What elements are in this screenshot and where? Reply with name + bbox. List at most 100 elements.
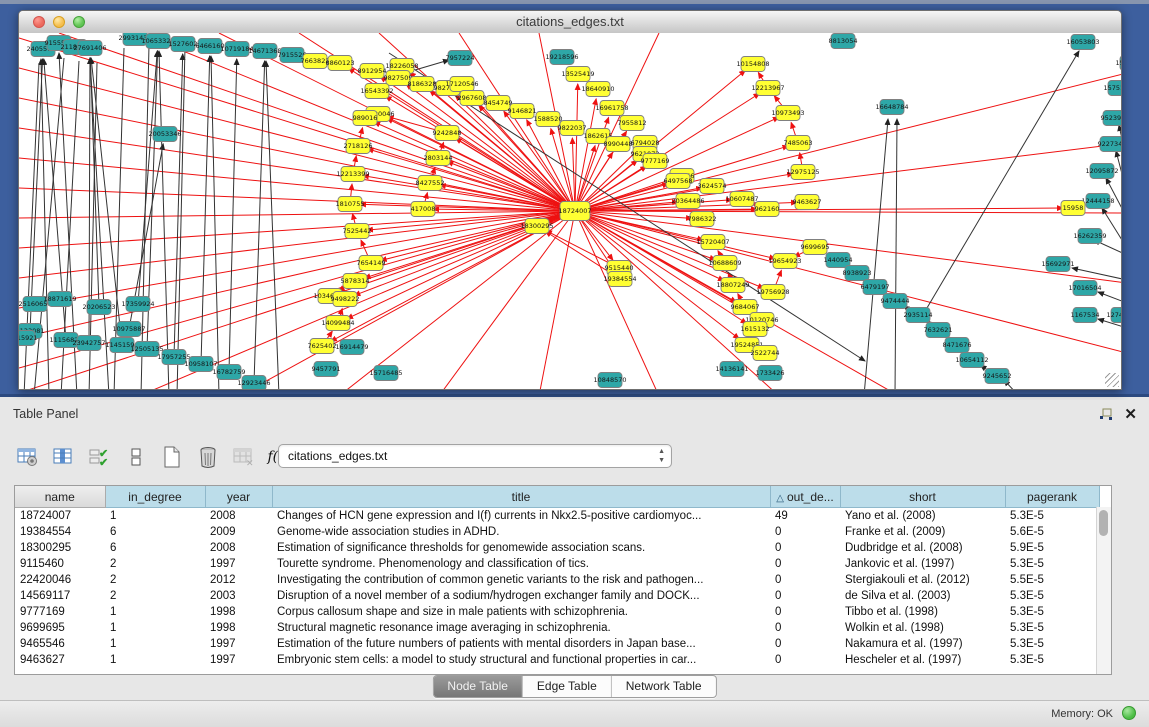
- graph-node[interactable]: 20206523: [82, 300, 115, 315]
- column-header-pagerank[interactable]: pagerank: [1005, 486, 1099, 508]
- graph-node[interactable]: 2522744: [751, 346, 780, 361]
- graph-node[interactable]: 15692971: [1041, 257, 1074, 272]
- delete-table-icon[interactable]: [194, 444, 221, 470]
- graph-node[interactable]: 7632621: [924, 323, 953, 338]
- graph-node[interactable]: 15720407: [696, 235, 729, 250]
- graph-node[interactable]: 16648784: [875, 100, 908, 115]
- table-row[interactable]: 1872400712008Changes of HCN gene express…: [15, 508, 1099, 525]
- graph-node[interactable]: 7525442: [343, 224, 372, 239]
- row-height-icon[interactable]: [122, 444, 149, 470]
- graph-node[interactable]: 12444158: [1081, 194, 1114, 209]
- table-settings-icon[interactable]: [14, 444, 41, 470]
- table-row[interactable]: 2242004622012Investigating the contribut…: [15, 572, 1099, 588]
- column-header-year[interactable]: year: [205, 486, 272, 508]
- graph-node[interactable]: 9463627: [793, 195, 822, 210]
- graph-node[interactable]: 12213967: [751, 81, 784, 96]
- graph-node[interactable]: 10154808: [736, 57, 769, 72]
- graph-node[interactable]: 10654112: [955, 353, 988, 368]
- table-row[interactable]: 946362711997Embryonic stem cells: a mode…: [15, 652, 1099, 668]
- memory-ok-indicator[interactable]: [1122, 706, 1136, 720]
- window-resize-grip[interactable]: [1105, 373, 1119, 387]
- graph-node[interactable]: 9498222: [331, 292, 360, 307]
- column-header-title[interactable]: title: [272, 486, 770, 508]
- graph-node[interactable]: 1810755: [336, 197, 365, 212]
- graph-node[interactable]: 9777169: [641, 154, 670, 169]
- graph-node[interactable]: 19384554: [603, 272, 636, 287]
- table-row[interactable]: 1938455462009Genome-wide association stu…: [15, 524, 1099, 540]
- graph-node[interactable]: 15751074: [1103, 81, 1121, 96]
- table-row[interactable]: 911546021997Tourette syndrome. Phenomeno…: [15, 556, 1099, 572]
- graph-node[interactable]: 8938923: [843, 266, 872, 281]
- graph-node[interactable]: 9474444: [881, 294, 910, 309]
- graph-node[interactable]: 6479197: [861, 280, 890, 295]
- graph-node[interactable]: 8186328: [408, 77, 437, 92]
- graph-node[interactable]: 19218596: [545, 50, 578, 65]
- graph-node[interactable]: 1733426: [756, 366, 785, 381]
- graph-node[interactable]: 8471676: [943, 338, 972, 353]
- graph-node[interactable]: 3624574: [698, 179, 727, 194]
- graph-node[interactable]: 3915921: [19, 331, 37, 346]
- graph-node[interactable]: 7625402: [308, 339, 337, 354]
- graph-node[interactable]: 9822037: [558, 121, 587, 136]
- graph-node[interactable]: 6497568: [664, 174, 693, 189]
- graph-node[interactable]: 17359924: [121, 297, 154, 312]
- graph-node[interactable]: 15958: [1061, 201, 1085, 216]
- graph-node[interactable]: 18807249: [716, 278, 749, 293]
- graph-node[interactable]: 5878314: [341, 274, 370, 289]
- graph-node[interactable]: 9699695: [801, 240, 830, 255]
- graph-node[interactable]: 17016504: [1068, 281, 1101, 296]
- table-row[interactable]: 977716911998Corpus callosum shape and si…: [15, 604, 1099, 620]
- graph-node[interactable]: 23942757: [72, 336, 105, 351]
- graph-node[interactable]: 8912954: [358, 64, 387, 79]
- network-window-titlebar[interactable]: citations_edges.txt: [19, 11, 1121, 34]
- graph-node[interactable]: 7654149: [357, 256, 386, 271]
- graph-node[interactable]: 20053346: [148, 127, 181, 142]
- graph-node[interactable]: 9245652: [983, 369, 1012, 384]
- graph-node[interactable]: 8990448: [604, 137, 633, 152]
- graph-node[interactable]: 15716485: [369, 366, 402, 381]
- column-header-name[interactable]: name: [15, 486, 105, 508]
- table-row[interactable]: 1830029562008Estimation of significance …: [15, 540, 1099, 556]
- graph-node[interactable]: 16914479: [335, 340, 368, 355]
- column-header-out_degree[interactable]: △out_de...: [770, 486, 840, 508]
- graph-node[interactable]: 1615132: [741, 322, 770, 337]
- float-window-icon[interactable]: [1099, 408, 1113, 426]
- graph-node[interactable]: 18640910: [581, 82, 614, 97]
- close-panel-icon[interactable]: ✕: [1124, 405, 1137, 423]
- graph-node[interactable]: 2718126: [344, 139, 373, 154]
- graph-node[interactable]: 10607487: [725, 192, 758, 207]
- column-header-in_degree[interactable]: in_degree: [105, 486, 205, 508]
- graph-node[interactable]: 15112747: [1115, 56, 1121, 71]
- graph-node[interactable]: 12095872: [1085, 164, 1118, 179]
- graph-node[interactable]: 16053803: [1066, 35, 1099, 50]
- graph-canvas[interactable]: 1872400718300295240557249155506211883127…: [19, 33, 1121, 389]
- table-row[interactable]: 1456911722003Disruption of a novel membe…: [15, 588, 1099, 604]
- graph-node[interactable]: 7485063: [784, 136, 813, 151]
- graph-node[interactable]: 14136141: [715, 362, 748, 377]
- graph-node[interactable]: 16782759: [212, 365, 245, 380]
- graph-node[interactable]: 989016: [353, 111, 378, 126]
- graph-node[interactable]: 19756928: [756, 285, 789, 300]
- graph-node[interactable]: 2967608: [458, 91, 487, 106]
- graph-node[interactable]: 9242848: [433, 126, 462, 141]
- graph-node[interactable]: 8813054: [829, 34, 858, 49]
- graph-node[interactable]: 2935114: [904, 308, 933, 323]
- graph-node[interactable]: 12923446: [237, 376, 270, 390]
- tab-network-table[interactable]: Network Table: [612, 676, 716, 697]
- graph-node[interactable]: 8427552: [416, 176, 445, 191]
- graph-node[interactable]: 14099484: [321, 316, 354, 331]
- scrollbar-thumb[interactable]: [1099, 510, 1108, 536]
- graph-node[interactable]: 27691406: [73, 41, 106, 56]
- graph-node[interactable]: 16262359: [1073, 229, 1106, 244]
- graph-node[interactable]: 20364486: [671, 194, 704, 209]
- graph-node[interactable]: 9227342: [1098, 137, 1121, 152]
- graph-node[interactable]: 1527602: [169, 37, 198, 52]
- table-row[interactable]: 946554611997Estimation of the future num…: [15, 636, 1099, 652]
- graph-node[interactable]: 9523966: [1101, 111, 1121, 126]
- graph-node[interactable]: 10848570: [593, 373, 626, 388]
- graph-node[interactable]: 12744108: [1106, 308, 1121, 323]
- graph-node[interactable]: 12975125: [786, 165, 819, 180]
- graph-node[interactable]: 19654923: [768, 254, 801, 269]
- show-columns-icon[interactable]: [50, 444, 77, 470]
- graph-node[interactable]: 7986322: [688, 212, 717, 227]
